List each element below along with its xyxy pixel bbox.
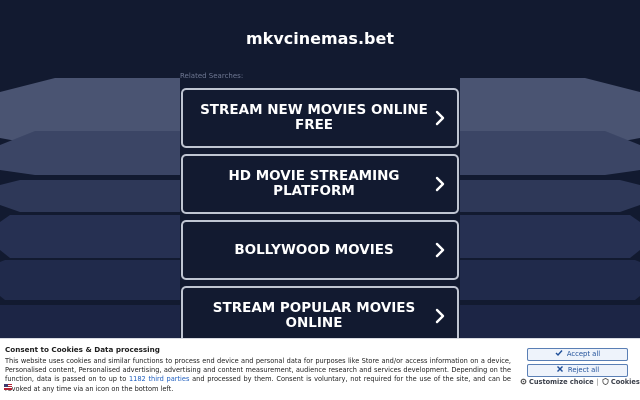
gear-icon	[520, 378, 527, 385]
reject-all-button[interactable]: Reject all	[527, 364, 628, 377]
close-icon	[556, 366, 563, 372]
flag-icon[interactable]	[4, 384, 12, 390]
cookies-label: Cookies	[610, 378, 640, 386]
chevron-right-icon	[435, 110, 445, 126]
related-search-label: HD MOVIE STREAMING PLATFORM	[228, 168, 400, 199]
customize-choice-label: Customize choice	[529, 378, 594, 386]
shield-icon	[602, 378, 609, 385]
accept-all-label: Accept all	[566, 350, 601, 358]
accept-all-button[interactable]: Accept all	[527, 348, 628, 361]
check-icon	[555, 350, 563, 357]
related-search-button[interactable]: BOLLYWOOD MOVIES	[181, 220, 459, 280]
customize-choice-link[interactable]: Customize choice	[520, 378, 594, 386]
chevron-right-icon	[435, 242, 445, 258]
related-searches-label: Related Searches:	[180, 72, 244, 80]
chevron-right-icon	[435, 308, 445, 324]
third-parties-link[interactable]: 1182 third parties	[129, 375, 189, 383]
related-search-label: STREAM NEW MOVIES ONLINE FREE	[200, 102, 428, 133]
cookie-consent-banner: Consent to Cookies & Data processing Thi…	[0, 338, 640, 400]
site-title: mkvcinemas.bet	[246, 29, 394, 48]
related-search-button[interactable]: HD MOVIE STREAMING PLATFORM	[181, 154, 459, 214]
related-search-button[interactable]: STREAM POPULAR MOVIES ONLINE	[181, 286, 459, 346]
cookies-link[interactable]: Cookies	[602, 378, 640, 386]
link-separator: |	[596, 378, 599, 386]
related-search-label: STREAM POPULAR MOVIES ONLINE	[212, 300, 416, 331]
related-search-label: BOLLYWOOD MOVIES	[234, 241, 394, 258]
cookie-links-row: Customize choice | Cookies	[520, 378, 640, 386]
cookie-title: Consent to Cookies & Data processing	[5, 345, 160, 354]
reject-all-label: Reject all	[567, 366, 600, 374]
chevron-right-icon	[435, 176, 445, 192]
cookie-description: This website uses cookies and similar fu…	[5, 357, 511, 394]
related-search-button[interactable]: STREAM NEW MOVIES ONLINE FREE	[181, 88, 459, 148]
